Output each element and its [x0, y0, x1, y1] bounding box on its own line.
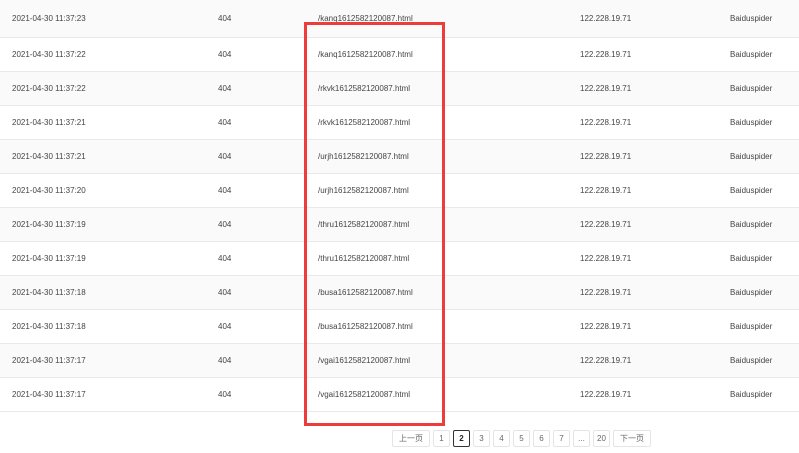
cell-ip: 122.228.19.71: [580, 288, 632, 297]
cell-path: /urjh1612582120087.html: [318, 186, 409, 195]
table-row: 2021-04-30 11:37:19 404/thru1612582120087…: [0, 208, 799, 242]
pagination: 上一页 1 2 3 4 5 6 7... 20 下一页: [392, 430, 654, 447]
cell-user-agent: Baiduspider: [730, 152, 773, 161]
cell-ip: 122.228.19.71: [580, 186, 632, 195]
cell-user-agent: Baiduspider: [730, 50, 773, 59]
cell-time: 2021-04-30 11:37:23: [12, 14, 86, 23]
cell-user-agent: Baiduspider: [730, 186, 773, 195]
cell-time: 2021-04-30 11:37:21: [12, 118, 86, 127]
cell-status-code: 404: [218, 254, 232, 263]
cell-path: /rkvk1612582120087.html: [318, 118, 411, 127]
cell-user-agent: Baiduspider: [730, 356, 773, 365]
table-row: 2021-04-30 11:37:17 404/vgai1612582120087…: [0, 378, 799, 412]
table-row: 2021-04-30 11:37:18 404/busa1612582120087…: [0, 276, 799, 310]
page-button-6[interactable]: 6: [533, 430, 550, 447]
cell-ip: 122.228.19.71: [580, 84, 632, 93]
cell-status-code: 404: [218, 390, 232, 399]
page-button-5[interactable]: 5: [513, 430, 530, 447]
cell-time: 2021-04-30 11:37:22: [12, 50, 86, 59]
cell-status-code: 404: [218, 220, 232, 229]
cell-status-code: 404: [218, 84, 232, 93]
table-row: 2021-04-30 11:37:23 404/kanq1612582120087…: [0, 0, 799, 38]
cell-path: /thru1612582120087.html: [318, 220, 410, 229]
page-button-7[interactable]: 7: [553, 430, 570, 447]
cell-ip: 122.228.19.71: [580, 50, 632, 59]
cell-user-agent: Baiduspider: [730, 322, 773, 331]
table-row: 2021-04-30 11:37:18 404/busa1612582120087…: [0, 310, 799, 344]
cell-time: 2021-04-30 11:37:20: [12, 186, 86, 195]
page-button-3[interactable]: 3: [473, 430, 490, 447]
cell-status-code: 404: [218, 152, 232, 161]
cell-path: /kanq1612582120087.html: [318, 50, 413, 59]
cell-status-code: 404: [218, 288, 232, 297]
cell-ip: 122.228.19.71: [580, 390, 632, 399]
log-table: 2021-04-30 11:37:23 404/kanq1612582120087…: [0, 0, 799, 412]
cell-path: /busa1612582120087.html: [318, 288, 413, 297]
page-number-list: 1 2 3 4 5 6 7... 20: [433, 430, 613, 447]
page-ellipsis: ...: [573, 430, 590, 447]
cell-time: 2021-04-30 11:37:19: [12, 220, 86, 229]
table-row: 2021-04-30 11:37:19 404/thru1612582120087…: [0, 242, 799, 276]
table-row: 2021-04-30 11:37:21 404/rkvk1612582120087…: [0, 106, 799, 140]
cell-path: /busa1612582120087.html: [318, 322, 413, 331]
cell-ip: 122.228.19.71: [580, 118, 632, 127]
cell-user-agent: Baiduspider: [730, 118, 773, 127]
cell-ip: 122.228.19.71: [580, 220, 632, 229]
page-button-20[interactable]: 20: [593, 430, 610, 447]
cell-time: 2021-04-30 11:37:18: [12, 322, 86, 331]
cell-user-agent: Baiduspider: [730, 390, 773, 399]
cell-user-agent: Baiduspider: [730, 288, 773, 297]
cell-status-code: 404: [218, 14, 232, 23]
page-button-2[interactable]: 2: [453, 430, 470, 447]
prev-page-button[interactable]: 上一页: [392, 430, 430, 447]
table-row: 2021-04-30 11:37:17 404/vgai1612582120087…: [0, 344, 799, 378]
table-row: 2021-04-30 11:37:22 404/rkvk1612582120087…: [0, 72, 799, 106]
table-row: 2021-04-30 11:37:22 404/kanq1612582120087…: [0, 38, 799, 72]
cell-user-agent: Baiduspider: [730, 254, 773, 263]
cell-ip: 122.228.19.71: [580, 254, 632, 263]
cell-status-code: 404: [218, 356, 232, 365]
next-page-button[interactable]: 下一页: [613, 430, 651, 447]
cell-user-agent: Baiduspider: [730, 220, 773, 229]
page-button-1[interactable]: 1: [433, 430, 450, 447]
cell-ip: 122.228.19.71: [580, 322, 632, 331]
cell-user-agent: Baiduspider: [730, 14, 773, 23]
cell-time: 2021-04-30 11:37:21: [12, 152, 86, 161]
cell-status-code: 404: [218, 322, 232, 331]
cell-path: /kanq1612582120087.html: [318, 14, 413, 23]
cell-time: 2021-04-30 11:37:18: [12, 288, 86, 297]
cell-ip: 122.228.19.71: [580, 152, 632, 161]
cell-time: 2021-04-30 11:37:17: [12, 390, 86, 399]
cell-path: /thru1612582120087.html: [318, 254, 410, 263]
cell-status-code: 404: [218, 186, 232, 195]
cell-status-code: 404: [218, 118, 232, 127]
cell-time: 2021-04-30 11:37:19: [12, 254, 86, 263]
cell-ip: 122.228.19.71: [580, 356, 632, 365]
cell-path: /vgai1612582120087.html: [318, 356, 411, 365]
cell-time: 2021-04-30 11:37:22: [12, 84, 86, 93]
cell-ip: 122.228.19.71: [580, 14, 632, 23]
cell-path: /rkvk1612582120087.html: [318, 84, 411, 93]
cell-user-agent: Baiduspider: [730, 84, 773, 93]
cell-path: /vgai1612582120087.html: [318, 390, 411, 399]
cell-status-code: 404: [218, 50, 232, 59]
page-button-4[interactable]: 4: [493, 430, 510, 447]
cell-time: 2021-04-30 11:37:17: [12, 356, 86, 365]
cell-path: /urjh1612582120087.html: [318, 152, 409, 161]
table-row: 2021-04-30 11:37:20 404/urjh1612582120087…: [0, 174, 799, 208]
table-row: 2021-04-30 11:37:21 404/urjh1612582120087…: [0, 140, 799, 174]
